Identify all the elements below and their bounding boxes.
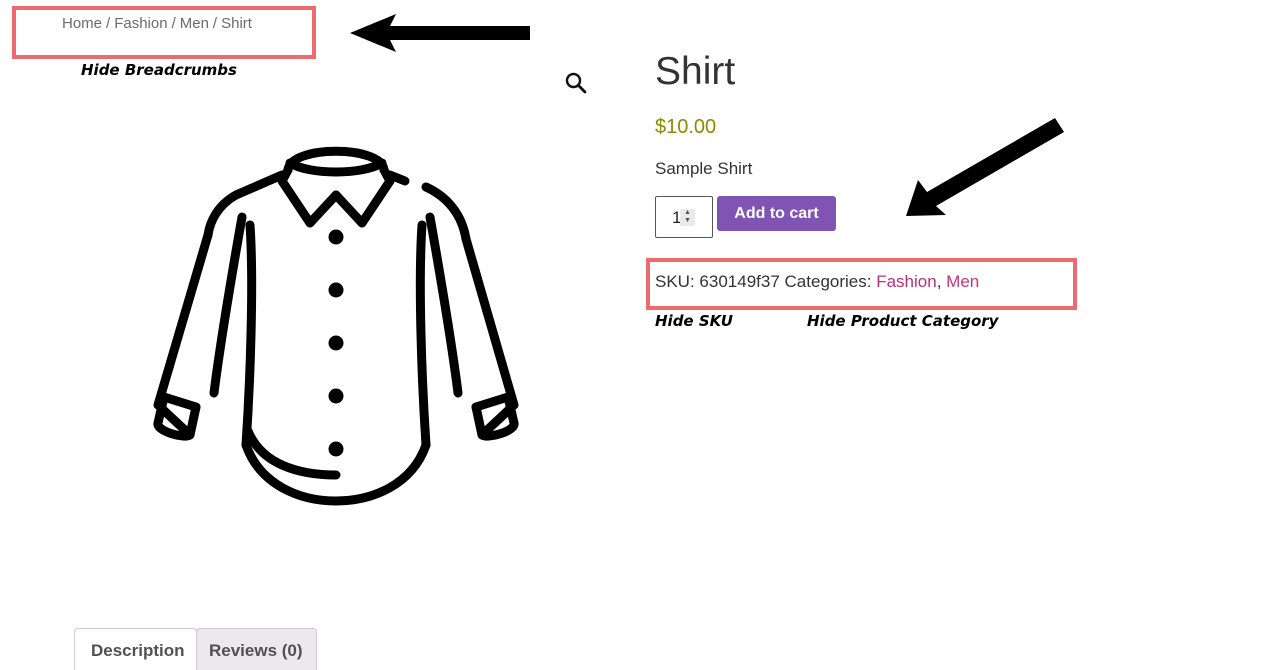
product-meta: SKU: 630149f37 Categories: Fashion, Men xyxy=(655,272,979,292)
sku-label: SKU: xyxy=(655,272,695,291)
annotation-hide-category: Hide Product Category xyxy=(807,312,999,330)
annotation-hide-breadcrumbs: Hide Breadcrumbs xyxy=(81,61,237,79)
breadcrumb-highlight-box xyxy=(12,6,316,59)
product-title: Shirt xyxy=(655,50,736,93)
tab-description[interactable]: Description xyxy=(74,628,197,670)
annotation-hide-sku: Hide SKU xyxy=(655,312,733,330)
product-tabs: Description Reviews (0) xyxy=(74,628,317,670)
product-image[interactable] xyxy=(150,135,522,510)
product-short-description: Sample Shirt xyxy=(655,159,753,178)
diagonal-arrow-icon xyxy=(906,118,1064,216)
category-link-fashion[interactable]: Fashion xyxy=(876,272,936,291)
quantity-input[interactable]: 1 ▲ ▼ xyxy=(655,196,713,238)
category-separator: , xyxy=(936,272,942,291)
left-arrow-icon xyxy=(350,14,530,52)
magnifier-icon[interactable] xyxy=(563,70,589,96)
add-to-cart-button[interactable]: Add to cart xyxy=(717,196,836,231)
quantity-stepper[interactable]: ▲ ▼ xyxy=(680,209,695,226)
sku-value: 630149f37 xyxy=(699,272,780,291)
product-price: $10.00 xyxy=(655,116,717,138)
category-link-men[interactable]: Men xyxy=(946,272,979,291)
categories-label: Categories: xyxy=(784,272,872,291)
tab-reviews[interactable]: Reviews (0) xyxy=(196,628,317,670)
